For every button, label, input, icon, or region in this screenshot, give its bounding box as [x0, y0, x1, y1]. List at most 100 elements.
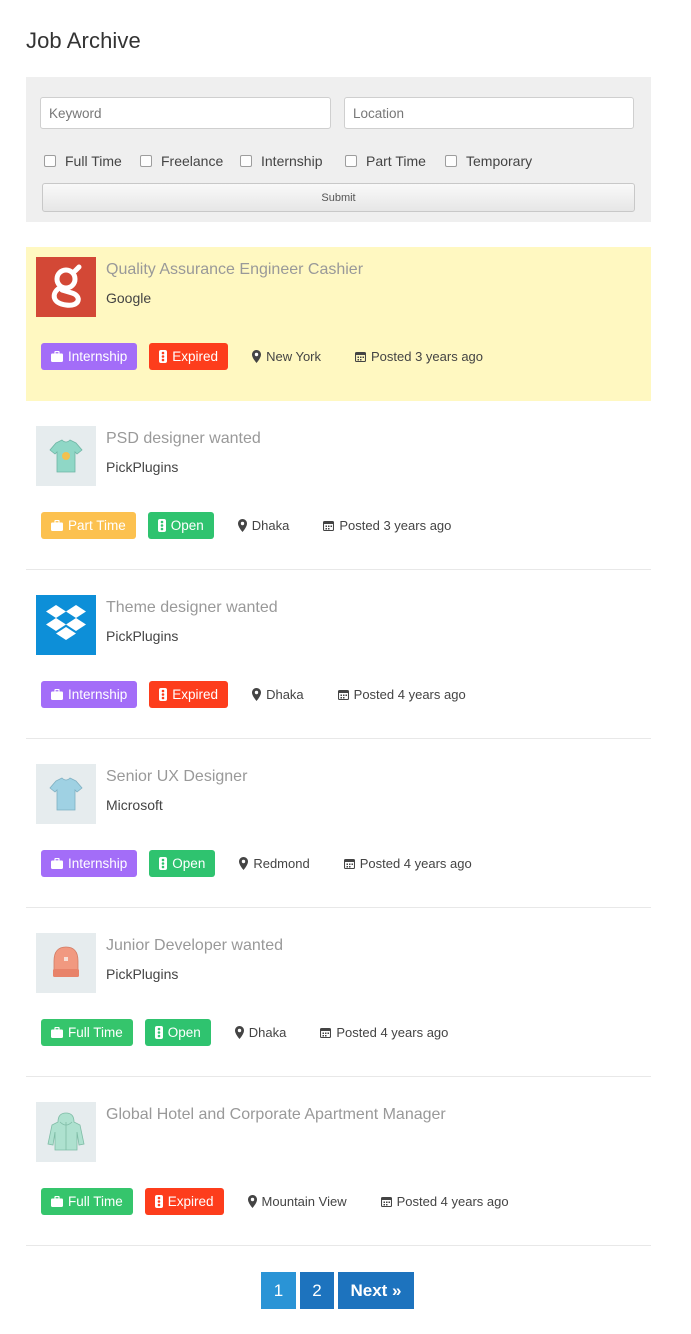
calendar-icon — [380, 1196, 392, 1207]
company-name: PickPlugins — [106, 459, 179, 475]
job-posted-label: Posted 4 years ago — [359, 855, 472, 871]
job-title-link[interactable]: PSD designer wanted — [106, 430, 261, 448]
freelance-checkbox[interactable] — [140, 155, 152, 167]
job-item: Junior Developer wanted PickPlugins Full… — [26, 923, 651, 1077]
job-status-badge[interactable]: Open — [149, 849, 216, 877]
job-type-badge[interactable]: Internship — [41, 342, 138, 370]
job-type-badge[interactable]: Full Time — [41, 1018, 133, 1046]
calendar-icon — [320, 1027, 332, 1038]
job-location: Dhaka — [237, 517, 290, 533]
job-status-badge[interactable]: Expired — [149, 680, 229, 708]
calendar-icon — [323, 520, 335, 531]
job-type-label: Internship — [68, 348, 128, 364]
job-posted-label: Posted 4 years ago — [336, 1024, 449, 1040]
job-status-badge[interactable]: Open — [144, 1018, 211, 1046]
job-location-label: Dhaka — [248, 1024, 287, 1040]
job-meta: Internship Open Redmond Posted 4 years a… — [41, 849, 506, 877]
job-search-form: Full Time Freelance Internship Part Time… — [26, 77, 651, 222]
part-time-checkbox[interactable] — [345, 155, 357, 167]
internship-label: Internship — [261, 153, 323, 169]
briefcase-icon — [51, 1026, 63, 1038]
location-input[interactable] — [344, 97, 634, 129]
traffic-light-icon — [159, 856, 168, 870]
traffic-light-icon — [154, 1194, 163, 1208]
job-item: Theme designer wanted PickPlugins Intern… — [26, 585, 651, 739]
job-location-label: Mountain View — [261, 1193, 347, 1209]
job-status-label: Open — [167, 1024, 201, 1040]
map-marker-icon — [252, 349, 262, 363]
company-name: Google — [106, 290, 152, 306]
traffic-light-icon — [159, 687, 168, 701]
briefcase-icon — [51, 857, 63, 869]
filter-temporary[interactable]: Temporary — [445, 151, 532, 171]
job-title-link[interactable]: Quality Assurance Engineer Cashier — [106, 261, 363, 279]
job-status-badge[interactable]: Expired — [149, 342, 229, 370]
job-location: Redmond — [239, 855, 310, 871]
tshirt-icon — [36, 426, 96, 486]
tshirt-icon — [36, 764, 96, 824]
job-status-label: Open — [170, 517, 204, 533]
job-type-badge[interactable]: Internship — [41, 680, 138, 708]
job-title-link[interactable]: Junior Developer wanted — [106, 937, 283, 955]
full-time-label: Full Time — [65, 153, 122, 169]
job-posted: Posted 4 years ago — [380, 1193, 509, 1209]
job-location: Mountain View — [247, 1193, 347, 1209]
briefcase-icon — [51, 519, 63, 531]
job-posted: Posted 4 years ago — [320, 1025, 448, 1040]
job-item: PSD designer wanted PickPlugins Part Tim… — [26, 416, 651, 570]
job-type-badge[interactable]: Internship — [41, 849, 138, 877]
page-1-current: 1 — [261, 1272, 296, 1309]
filter-part-time[interactable]: Part Time — [345, 151, 426, 171]
calendar-icon — [343, 858, 355, 869]
next-page-link[interactable]: Next » — [338, 1272, 414, 1309]
full-time-checkbox[interactable] — [44, 155, 56, 167]
job-posted: Posted 3 years ago — [355, 349, 483, 364]
map-marker-icon — [234, 1025, 244, 1039]
job-title-link[interactable]: Global Hotel and Corporate Apartment Man… — [106, 1106, 446, 1124]
job-posted-label: Posted 4 years ago — [396, 1193, 509, 1209]
job-status-label: Expired — [172, 348, 219, 364]
job-location-label: Dhaka — [251, 517, 290, 533]
job-item: Global Hotel and Corporate Apartment Man… — [26, 1092, 651, 1246]
job-type-badge[interactable]: Full Time — [41, 1187, 133, 1215]
calendar-icon — [355, 351, 366, 362]
job-status-badge[interactable]: Expired — [144, 1187, 224, 1215]
pagination: 1 2 Next » — [261, 1272, 414, 1309]
job-type-label: Internship — [68, 686, 128, 702]
submit-button[interactable]: Submit — [42, 183, 635, 212]
page-title: Job Archive — [26, 28, 141, 53]
temporary-checkbox[interactable] — [445, 155, 457, 167]
filter-full-time[interactable]: Full Time — [44, 151, 122, 171]
map-marker-icon — [239, 856, 249, 870]
job-posted: Posted 3 years ago — [323, 518, 451, 533]
job-type-badge[interactable]: Part Time — [41, 511, 136, 539]
job-location-label: Dhaka — [266, 686, 304, 702]
filter-internship[interactable]: Internship — [240, 151, 322, 171]
dropbox-logo — [36, 595, 96, 655]
briefcase-icon — [51, 688, 63, 700]
internship-checkbox[interactable] — [240, 155, 252, 167]
job-item: Quality Assurance Engineer Cashier Googl… — [26, 247, 651, 401]
page-2-link[interactable]: 2 — [300, 1272, 334, 1309]
briefcase-icon — [51, 350, 63, 362]
job-title-link[interactable]: Senior UX Designer — [106, 768, 247, 786]
job-item: Senior UX Designer Microsoft Internship … — [26, 754, 651, 908]
freelance-label: Freelance — [161, 153, 224, 169]
job-posted-label: Posted 3 years ago — [339, 517, 452, 533]
job-location-label: Redmond — [253, 855, 310, 871]
map-marker-icon — [237, 518, 247, 532]
job-status-badge[interactable]: Open — [147, 511, 214, 539]
job-status-label: Open — [172, 855, 206, 871]
job-title-link[interactable]: Theme designer wanted — [106, 599, 278, 617]
job-type-label: Full Time — [68, 1024, 123, 1040]
job-type-label: Full Time — [68, 1193, 123, 1209]
filter-freelance[interactable]: Freelance — [140, 151, 223, 171]
briefcase-icon — [51, 1195, 63, 1207]
job-location-label: New York — [266, 348, 321, 364]
keyword-input[interactable] — [40, 97, 331, 129]
beanie-icon — [36, 933, 96, 993]
job-location: Dhaka — [252, 687, 304, 702]
company-name: PickPlugins — [106, 966, 179, 982]
job-meta: Internship Expired Dhaka Posted 4 years … — [41, 680, 500, 708]
job-meta: Internship Expired New York Posted 3 yea… — [41, 342, 517, 370]
